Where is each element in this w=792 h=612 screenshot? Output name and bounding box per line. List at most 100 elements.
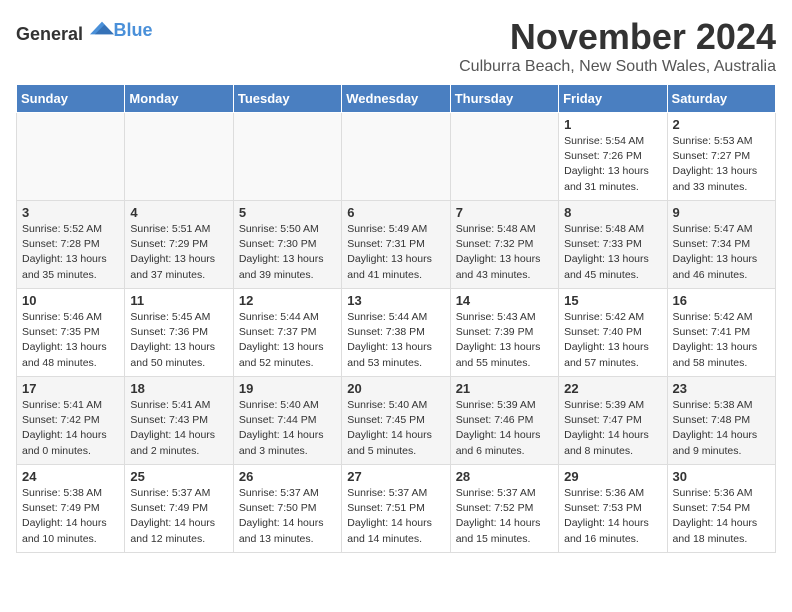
calendar-cell: 11 Sunrise: 5:45 AM Sunset: 7:36 PM Dayli… — [125, 289, 233, 377]
calendar-week-row: 3 Sunrise: 5:52 AM Sunset: 7:28 PM Daylig… — [17, 201, 776, 289]
day-info: Sunrise: 5:37 AM Sunset: 7:51 PM Dayligh… — [347, 486, 444, 547]
month-title: November 2024 — [459, 16, 776, 58]
calendar-cell: 5 Sunrise: 5:50 AM Sunset: 7:30 PM Daylig… — [233, 201, 341, 289]
day-info: Sunrise: 5:40 AM Sunset: 7:44 PM Dayligh… — [239, 398, 336, 459]
day-info: Sunrise: 5:45 AM Sunset: 7:36 PM Dayligh… — [130, 310, 227, 371]
calendar-week-row: 17 Sunrise: 5:41 AM Sunset: 7:42 PM Dayli… — [17, 377, 776, 465]
day-info: Sunrise: 5:41 AM Sunset: 7:43 PM Dayligh… — [130, 398, 227, 459]
day-number: 26 — [239, 469, 336, 484]
day-info: Sunrise: 5:38 AM Sunset: 7:49 PM Dayligh… — [22, 486, 119, 547]
day-info: Sunrise: 5:41 AM Sunset: 7:42 PM Dayligh… — [22, 398, 119, 459]
day-number: 25 — [130, 469, 227, 484]
calendar-cell: 24 Sunrise: 5:38 AM Sunset: 7:49 PM Dayli… — [17, 465, 125, 553]
day-number: 21 — [456, 381, 553, 396]
page-header: General Blue November 2024 Culburra Beac… — [16, 16, 776, 76]
day-number: 14 — [456, 293, 553, 308]
day-number: 13 — [347, 293, 444, 308]
day-number: 11 — [130, 293, 227, 308]
calendar-cell: 13 Sunrise: 5:44 AM Sunset: 7:38 PM Dayli… — [342, 289, 450, 377]
day-number: 30 — [673, 469, 770, 484]
calendar-cell: 18Sunrise: 5:41 AM Sunset: 7:43 PM Dayli… — [125, 377, 233, 465]
day-info: Sunrise: 5:37 AM Sunset: 7:52 PM Dayligh… — [456, 486, 553, 547]
calendar-cell: 20 Sunrise: 5:40 AM Sunset: 7:45 PM Dayli… — [342, 377, 450, 465]
calendar-cell — [17, 113, 125, 201]
day-number: 23 — [673, 381, 770, 396]
calendar-week-row: 1Sunrise: 5:54 AM Sunset: 7:26 PM Daylig… — [17, 113, 776, 201]
day-number: 17 — [22, 381, 119, 396]
day-info: Sunrise: 5:37 AM Sunset: 7:50 PM Dayligh… — [239, 486, 336, 547]
day-info: Sunrise: 5:47 AM Sunset: 7:34 PM Dayligh… — [673, 222, 770, 283]
day-info: Sunrise: 5:44 AM Sunset: 7:38 PM Dayligh… — [347, 310, 444, 371]
day-number: 19 — [239, 381, 336, 396]
calendar-cell: 21 Sunrise: 5:39 AM Sunset: 7:46 PM Dayli… — [450, 377, 558, 465]
day-number: 10 — [22, 293, 119, 308]
day-info: Sunrise: 5:48 AM Sunset: 7:32 PM Dayligh… — [456, 222, 553, 283]
logo-icon — [90, 16, 114, 40]
day-number: 22 — [564, 381, 661, 396]
calendar-cell — [233, 113, 341, 201]
day-number: 29 — [564, 469, 661, 484]
calendar-cell: 29Sunrise: 5:36 AM Sunset: 7:53 PM Dayli… — [559, 465, 667, 553]
day-info: Sunrise: 5:46 AM Sunset: 7:35 PM Dayligh… — [22, 310, 119, 371]
logo-general: General — [16, 24, 83, 44]
calendar-cell — [125, 113, 233, 201]
day-number: 7 — [456, 205, 553, 220]
calendar-cell: 9 Sunrise: 5:47 AM Sunset: 7:34 PM Daylig… — [667, 201, 775, 289]
weekday-header-sunday: Sunday — [17, 85, 125, 113]
day-info: Sunrise: 5:49 AM Sunset: 7:31 PM Dayligh… — [347, 222, 444, 283]
calendar-cell: 27 Sunrise: 5:37 AM Sunset: 7:51 PM Dayli… — [342, 465, 450, 553]
day-number: 5 — [239, 205, 336, 220]
day-number: 12 — [239, 293, 336, 308]
calendar-cell: 12 Sunrise: 5:44 AM Sunset: 7:37 PM Dayli… — [233, 289, 341, 377]
day-number: 6 — [347, 205, 444, 220]
weekday-header-thursday: Thursday — [450, 85, 558, 113]
calendar-cell: 3 Sunrise: 5:52 AM Sunset: 7:28 PM Daylig… — [17, 201, 125, 289]
day-info: Sunrise: 5:38 AM Sunset: 7:48 PM Dayligh… — [673, 398, 770, 459]
calendar-week-row: 24 Sunrise: 5:38 AM Sunset: 7:49 PM Dayli… — [17, 465, 776, 553]
day-number: 8 — [564, 205, 661, 220]
calendar-cell: 30 Sunrise: 5:36 AM Sunset: 7:54 PM Dayli… — [667, 465, 775, 553]
day-info: Sunrise: 5:50 AM Sunset: 7:30 PM Dayligh… — [239, 222, 336, 283]
calendar-cell: 16Sunrise: 5:42 AM Sunset: 7:41 PM Dayli… — [667, 289, 775, 377]
title-section: November 2024 Culburra Beach, New South … — [459, 16, 776, 76]
day-info: Sunrise: 5:48 AM Sunset: 7:33 PM Dayligh… — [564, 222, 661, 283]
calendar-cell: 14 Sunrise: 5:43 AM Sunset: 7:39 PM Dayli… — [450, 289, 558, 377]
day-number: 20 — [347, 381, 444, 396]
calendar-cell: 6 Sunrise: 5:49 AM Sunset: 7:31 PM Daylig… — [342, 201, 450, 289]
day-info: Sunrise: 5:52 AM Sunset: 7:28 PM Dayligh… — [22, 222, 119, 283]
day-info: Sunrise: 5:44 AM Sunset: 7:37 PM Dayligh… — [239, 310, 336, 371]
calendar-cell: 4 Sunrise: 5:51 AM Sunset: 7:29 PM Daylig… — [125, 201, 233, 289]
weekday-header-friday: Friday — [559, 85, 667, 113]
day-info: Sunrise: 5:54 AM Sunset: 7:26 PM Dayligh… — [564, 134, 661, 195]
day-number: 15 — [564, 293, 661, 308]
day-info: Sunrise: 5:39 AM Sunset: 7:46 PM Dayligh… — [456, 398, 553, 459]
day-number: 3 — [22, 205, 119, 220]
calendar-cell: 15Sunrise: 5:42 AM Sunset: 7:40 PM Dayli… — [559, 289, 667, 377]
day-info: Sunrise: 5:43 AM Sunset: 7:39 PM Dayligh… — [456, 310, 553, 371]
day-info: Sunrise: 5:51 AM Sunset: 7:29 PM Dayligh… — [130, 222, 227, 283]
day-number: 2 — [673, 117, 770, 132]
calendar-cell — [450, 113, 558, 201]
day-info: Sunrise: 5:42 AM Sunset: 7:41 PM Dayligh… — [673, 310, 770, 371]
weekday-header-tuesday: Tuesday — [233, 85, 341, 113]
day-info: Sunrise: 5:40 AM Sunset: 7:45 PM Dayligh… — [347, 398, 444, 459]
calendar-cell: 25 Sunrise: 5:37 AM Sunset: 7:49 PM Dayli… — [125, 465, 233, 553]
calendar-week-row: 10 Sunrise: 5:46 AM Sunset: 7:35 PM Dayli… — [17, 289, 776, 377]
day-number: 27 — [347, 469, 444, 484]
calendar-cell: 26 Sunrise: 5:37 AM Sunset: 7:50 PM Dayli… — [233, 465, 341, 553]
day-number: 4 — [130, 205, 227, 220]
calendar-cell: 7 Sunrise: 5:48 AM Sunset: 7:32 PM Daylig… — [450, 201, 558, 289]
calendar-cell — [342, 113, 450, 201]
calendar-cell: 23 Sunrise: 5:38 AM Sunset: 7:48 PM Dayli… — [667, 377, 775, 465]
calendar-cell: 2 Sunrise: 5:53 AM Sunset: 7:27 PM Daylig… — [667, 113, 775, 201]
day-info: Sunrise: 5:37 AM Sunset: 7:49 PM Dayligh… — [130, 486, 227, 547]
calendar-cell: 28Sunrise: 5:37 AM Sunset: 7:52 PM Dayli… — [450, 465, 558, 553]
logo-blue: Blue — [114, 20, 153, 40]
day-number: 9 — [673, 205, 770, 220]
calendar-cell: 8 Sunrise: 5:48 AM Sunset: 7:33 PM Daylig… — [559, 201, 667, 289]
calendar-cell: 19 Sunrise: 5:40 AM Sunset: 7:44 PM Dayli… — [233, 377, 341, 465]
calendar-table: SundayMondayTuesdayWednesdayThursdayFrid… — [16, 84, 776, 553]
day-info: Sunrise: 5:36 AM Sunset: 7:54 PM Dayligh… — [673, 486, 770, 547]
day-number: 24 — [22, 469, 119, 484]
day-info: Sunrise: 5:53 AM Sunset: 7:27 PM Dayligh… — [673, 134, 770, 195]
